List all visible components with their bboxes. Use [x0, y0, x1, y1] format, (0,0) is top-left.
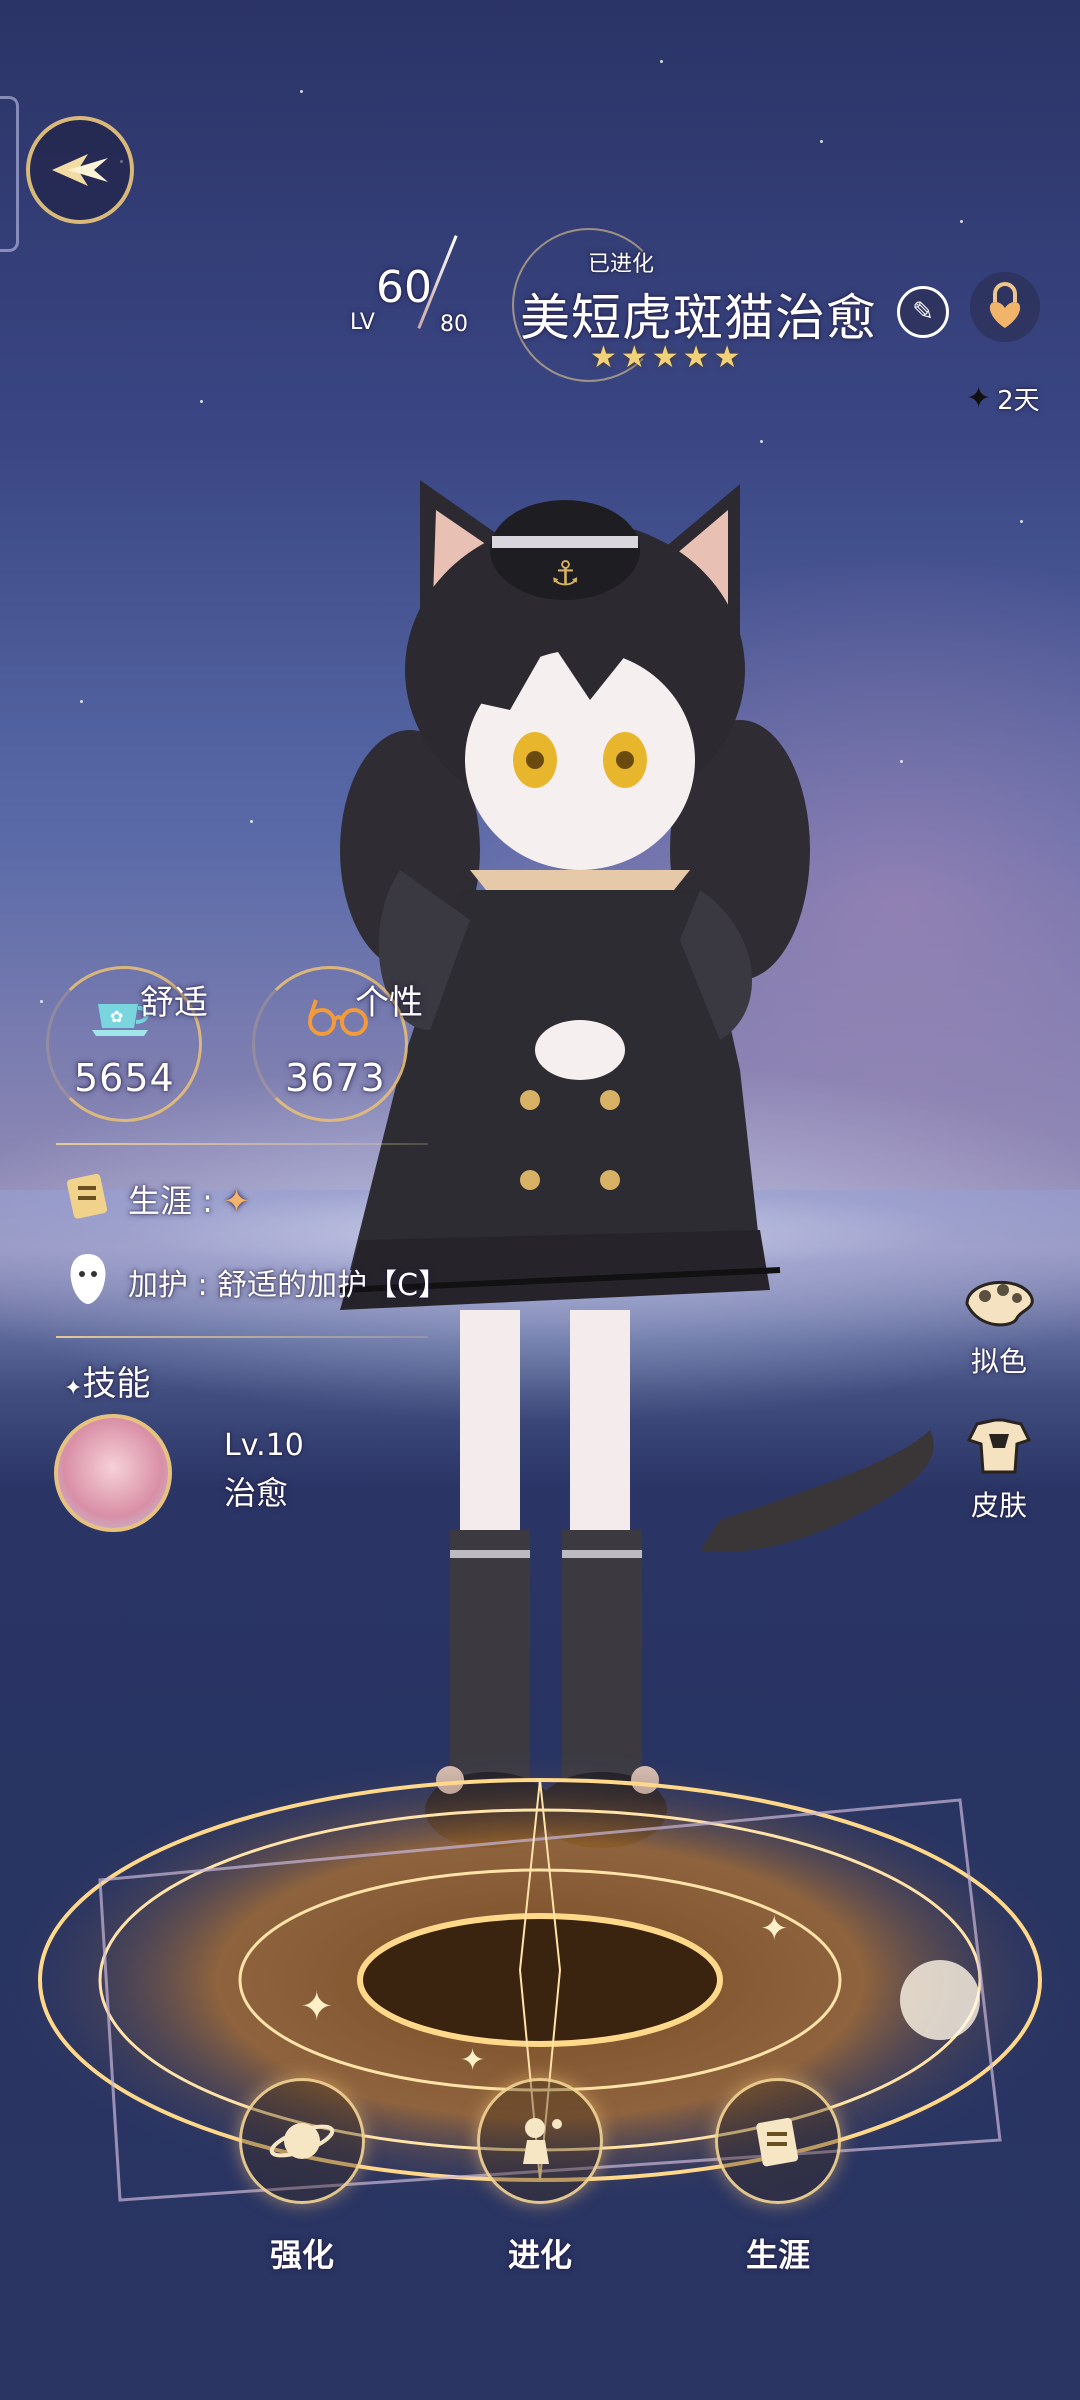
- back-button[interactable]: [26, 116, 134, 224]
- svg-text:✿: ✿: [110, 1007, 123, 1026]
- evolve-button[interactable]: 进化: [470, 2078, 610, 2276]
- outfit-icon: [957, 1410, 1041, 1482]
- dye-label: 拟色: [970, 1345, 1027, 1378]
- skill-icon[interactable]: [54, 1414, 172, 1532]
- protection-icon: [58, 1250, 118, 1310]
- skin-button[interactable]: 皮肤: [954, 1410, 1044, 1524]
- skill-level: Lv.10: [224, 1428, 304, 1463]
- strengthen-label: 强化: [269, 2236, 334, 2274]
- evolved-tag: 已进化: [588, 252, 655, 277]
- personality-value: 3673: [285, 1056, 386, 1100]
- pencil-icon: ✎: [912, 297, 934, 327]
- rarity-stars: ★★★★★: [590, 340, 745, 375]
- strengthen-button[interactable]: 强化: [232, 2078, 372, 2276]
- svg-text:⚓: ⚓: [550, 554, 580, 594]
- svg-text:✦: ✦: [760, 1909, 789, 1949]
- skill-name: 治愈: [224, 1474, 289, 1512]
- career-button[interactable]: 生涯: [708, 2078, 848, 2276]
- heart-lock-icon: [989, 282, 1021, 328]
- dye-button[interactable]: 拟色: [954, 1266, 1044, 1380]
- timer-text: 2天: [997, 386, 1040, 416]
- sparkle-icon: ✦: [966, 381, 992, 416]
- palette-icon: [957, 1266, 1041, 1338]
- career-row[interactable]: 生涯 : ✦: [128, 1176, 250, 1222]
- timer: ✦ 2天: [966, 380, 1040, 417]
- character-detail-screen: 60 LV 80 已进化 美短虎斑猫治愈 ★★★★★ ✎ ✦ 2天 ⚓ ✿ 舒适…: [0, 0, 1080, 2400]
- career-icon: [58, 1166, 118, 1226]
- level-value: 60: [376, 262, 432, 313]
- divider-bottom: [56, 1336, 428, 1338]
- rename-button[interactable]: ✎: [897, 286, 949, 338]
- svg-text:✦: ✦: [460, 2043, 485, 2078]
- level-max: 80: [440, 312, 468, 337]
- lock-button[interactable]: [970, 272, 1040, 342]
- skin-label: 皮肤: [970, 1489, 1027, 1522]
- protection-row[interactable]: 加护 : 舒适的加护【C】: [128, 1260, 448, 1304]
- book-icon: [715, 2078, 841, 2204]
- divider-top: [56, 1143, 428, 1145]
- evolve-figure-icon: [477, 2078, 603, 2204]
- sparkle-icon: ✦: [223, 1182, 250, 1220]
- back-arrow-icon: [52, 154, 108, 186]
- planet-icon: [239, 2078, 365, 2204]
- level-label: LV: [350, 310, 375, 335]
- evolve-label: 进化: [507, 2236, 572, 2274]
- comfort-value: 5654: [74, 1056, 175, 1100]
- sparkle-icon: ✦: [64, 1376, 83, 1401]
- svg-text:✦: ✦: [300, 1984, 334, 2030]
- career-label: 生涯 :: [128, 1182, 213, 1220]
- edge-bracket: [0, 96, 19, 252]
- personality-label: 个性: [355, 983, 423, 1023]
- skill-header: ✦技能: [64, 1364, 151, 1404]
- comfort-label: 舒适: [140, 983, 208, 1023]
- career-bottom-label: 生涯: [745, 2236, 810, 2274]
